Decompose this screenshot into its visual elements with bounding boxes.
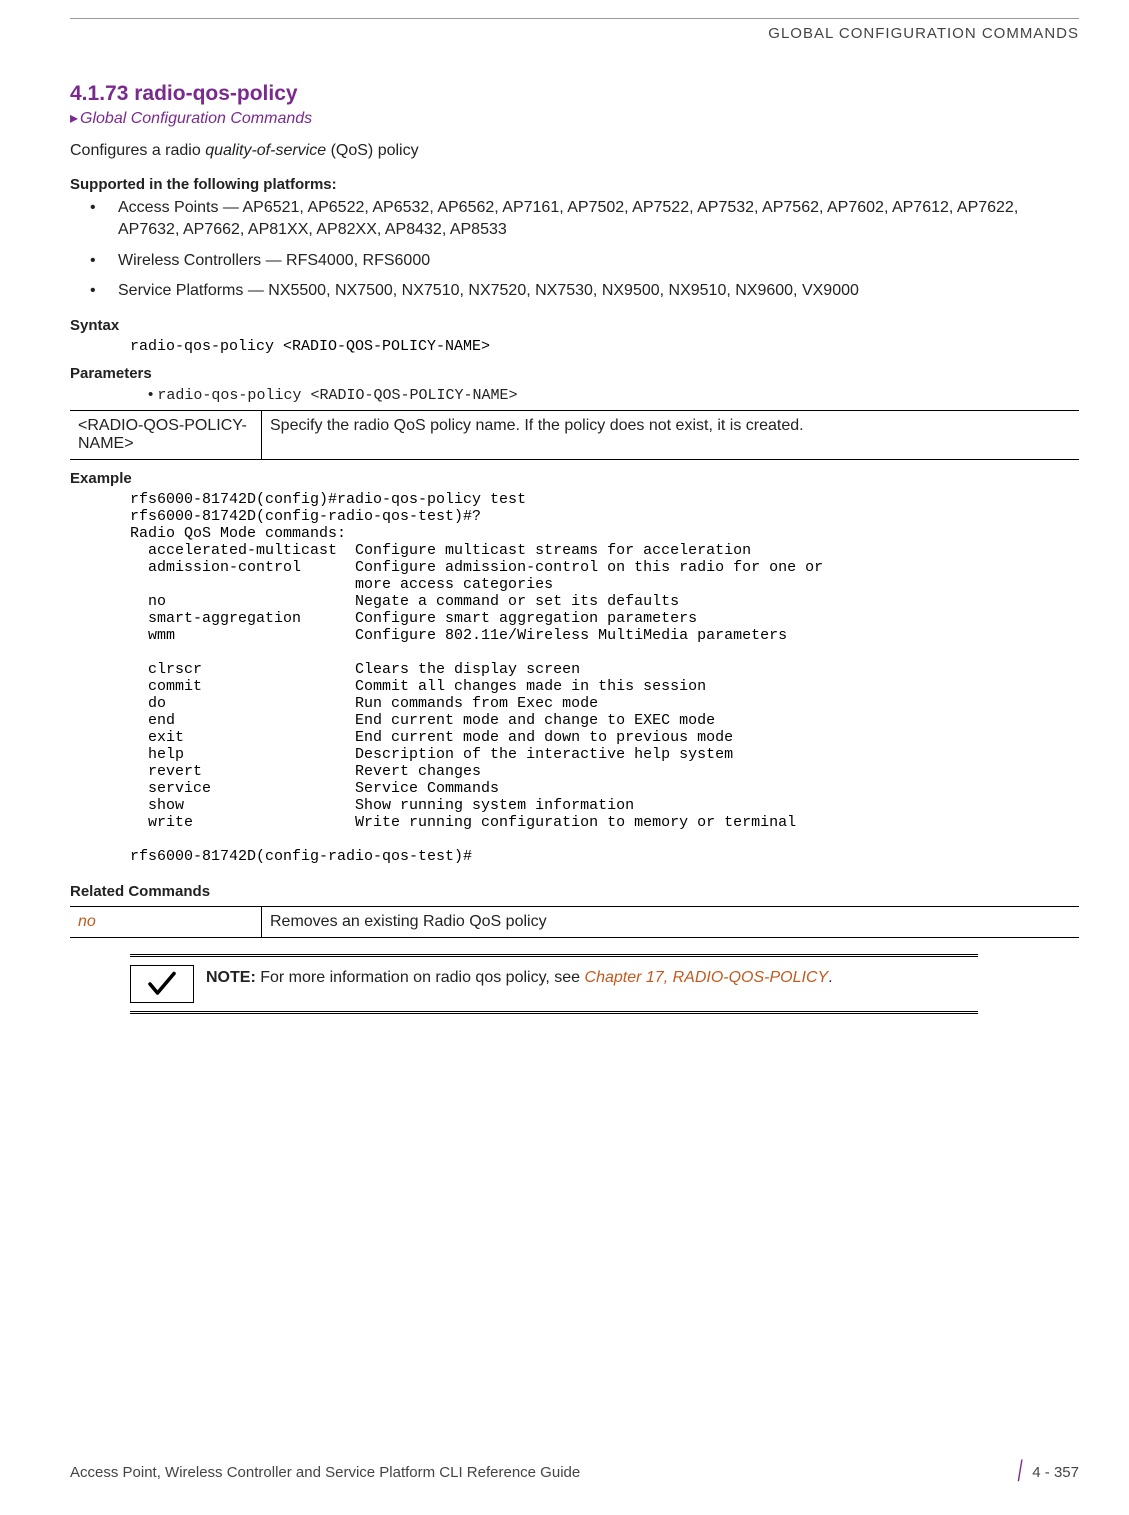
table-row: no Removes an existing Radio QoS policy — [70, 906, 1079, 937]
related-desc-cell: Removes an existing Radio QoS policy — [262, 906, 1080, 937]
note-text-pre: For more information on radio qos policy… — [256, 969, 585, 986]
syntax-heading: Syntax — [70, 317, 1079, 334]
related-cmd-cell[interactable]: no — [70, 906, 262, 937]
example-code: rfs6000-81742D(config)#radio-qos-policy … — [130, 491, 1079, 865]
breadcrumb-label: Global Configuration Commands — [80, 110, 312, 127]
list-item: Service Platforms — NX5500, NX7500, NX75… — [118, 280, 1079, 302]
section-title: radio-qos-policy — [134, 82, 297, 105]
desc-text-italic: quality-of-service — [205, 142, 326, 159]
example-heading: Example — [70, 470, 1079, 487]
related-commands-heading: Related Commands — [70, 883, 1079, 900]
related-cmd-link[interactable]: no — [78, 913, 96, 930]
parameters-table: <RADIO-QOS-POLICY-NAME> Specify the radi… — [70, 410, 1079, 460]
page-footer: Access Point, Wireless Controller and Se… — [70, 1463, 1079, 1481]
list-item: Access Points — AP6521, AP6522, AP6532, … — [118, 197, 1079, 242]
note-text: NOTE: For more information on radio qos … — [206, 957, 837, 1011]
desc-text-pre: Configures a radio — [70, 142, 205, 159]
footer-page: / 4 - 357 — [1016, 1463, 1079, 1481]
parameters-line: radio-qos-policy <RADIO-QOS-POLICY-NAME> — [148, 386, 1079, 404]
desc-text-post: (QoS) policy — [326, 142, 418, 159]
section-description: Configures a radio quality-of-service (Q… — [70, 142, 1079, 160]
supported-platforms-heading: Supported in the following platforms: — [70, 176, 1079, 193]
breadcrumb[interactable]: ▸Global Configuration Commands — [70, 108, 1079, 128]
section-number: 4.1.73 — [70, 82, 128, 105]
syntax-code: radio-qos-policy <RADIO-QOS-POLICY-NAME> — [130, 338, 1079, 355]
related-commands-table: no Removes an existing Radio QoS policy — [70, 906, 1079, 938]
footer-page-number: 4 - 357 — [1032, 1464, 1079, 1481]
running-header: GLOBAL CONFIGURATION COMMANDS — [70, 25, 1079, 42]
triangle-right-icon: ▸ — [70, 110, 78, 127]
note-block: NOTE: For more information on radio qos … — [130, 954, 978, 1014]
section-heading: 4.1.73 radio-qos-policy — [70, 82, 1079, 106]
footer-doc-title: Access Point, Wireless Controller and Se… — [70, 1464, 580, 1481]
checkmark-icon — [130, 965, 194, 1003]
table-row: <RADIO-QOS-POLICY-NAME> Specify the radi… — [70, 410, 1079, 459]
parameters-heading: Parameters — [70, 365, 1079, 382]
list-item: Wireless Controllers — RFS4000, RFS6000 — [118, 250, 1079, 272]
param-desc-cell: Specify the radio QoS policy name. If th… — [262, 410, 1080, 459]
note-text-post: . — [828, 969, 832, 986]
param-name-cell: <RADIO-QOS-POLICY-NAME> — [70, 410, 262, 459]
slash-icon: / — [1018, 1463, 1023, 1481]
note-link[interactable]: Chapter 17, RADIO-QOS-POLICY — [585, 969, 829, 986]
platforms-list: Access Points — AP6521, AP6522, AP6532, … — [70, 197, 1079, 303]
note-label: NOTE: — [206, 969, 256, 986]
